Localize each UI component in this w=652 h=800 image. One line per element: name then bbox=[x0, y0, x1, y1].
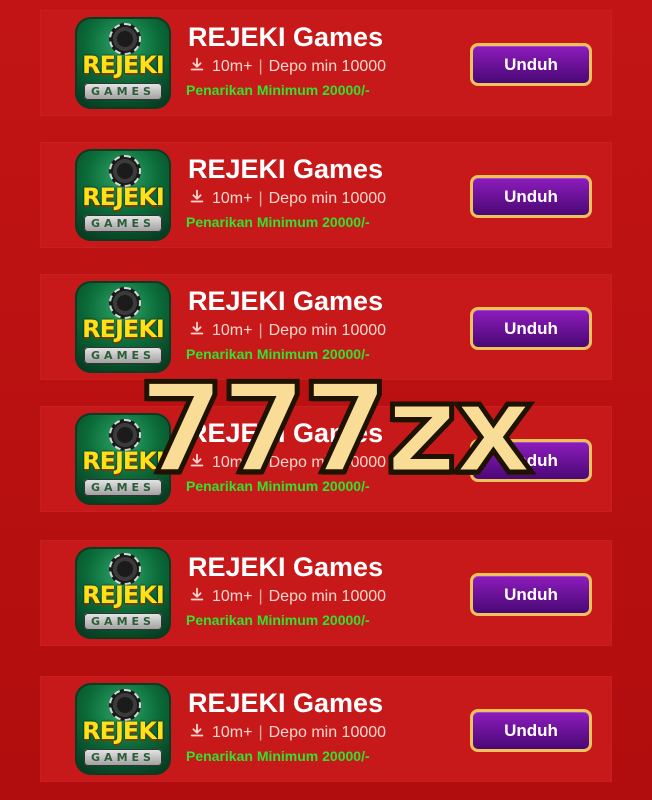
app-logo-text: REJEKI bbox=[82, 183, 165, 211]
download-count: 10m+ bbox=[212, 190, 253, 207]
app-meta: 10m+ | Depo min 10000 bbox=[188, 452, 386, 472]
minimum-withdrawal: Penarikan Minimum 20000/- bbox=[186, 748, 370, 764]
minimum-withdrawal: Penarikan Minimum 20000/- bbox=[186, 346, 370, 362]
app-list-page: REJEKI GAMES REJEKI Games 10m+ | Depo min … bbox=[0, 0, 652, 800]
app-title: REJEKI Games bbox=[188, 552, 384, 582]
meta-divider: | bbox=[258, 588, 263, 605]
minimum-deposit: Depo min 10000 bbox=[268, 588, 387, 605]
meta-divider: | bbox=[258, 724, 263, 741]
download-count: 10m+ bbox=[212, 58, 253, 75]
minimum-deposit: Depo min 10000 bbox=[268, 58, 387, 75]
download-count: 10m+ bbox=[212, 454, 253, 471]
app-logo-text: REJEKI bbox=[82, 717, 165, 745]
app-title: REJEKI Games bbox=[188, 154, 384, 184]
app-logo-subtext: GAMES bbox=[84, 749, 162, 766]
app-card: REJEKI GAMES REJEKI Games 10m+ | Depo min … bbox=[40, 10, 612, 116]
download-icon bbox=[188, 586, 206, 604]
app-logo-subtext: GAMES bbox=[84, 613, 162, 630]
download-count: 10m+ bbox=[212, 588, 253, 605]
minimum-withdrawal: Penarikan Minimum 20000/- bbox=[186, 82, 370, 98]
minimum-withdrawal: Penarikan Minimum 20000/- bbox=[186, 214, 370, 230]
download-button[interactable]: Unduh bbox=[470, 709, 592, 752]
rejeki-games-app-icon: REJEKI GAMES bbox=[75, 149, 171, 241]
app-title: REJEKI Games bbox=[188, 22, 384, 52]
download-button[interactable]: Unduh bbox=[470, 175, 592, 218]
app-meta: 10m+ | Depo min 10000 bbox=[188, 586, 386, 606]
app-logo-subtext: GAMES bbox=[84, 347, 162, 364]
meta-divider: | bbox=[258, 322, 263, 339]
app-meta: 10m+ | Depo min 10000 bbox=[188, 56, 386, 76]
rejeki-games-app-icon: REJEKI GAMES bbox=[75, 413, 171, 505]
app-logo-text: REJEKI bbox=[82, 447, 165, 475]
download-count: 10m+ bbox=[212, 724, 253, 741]
meta-divider: | bbox=[258, 58, 263, 75]
app-meta: 10m+ | Depo min 10000 bbox=[188, 722, 386, 742]
app-card: REJEKI GAMES REJEKI Games 10m+ | Depo min … bbox=[40, 274, 612, 380]
app-logo-text: REJEKI bbox=[82, 581, 165, 609]
rejeki-games-app-icon: REJEKI GAMES bbox=[75, 547, 171, 639]
rejeki-games-app-icon: REJEKI GAMES bbox=[75, 281, 171, 373]
app-meta: 10m+ | Depo min 10000 bbox=[188, 320, 386, 340]
rejeki-games-app-icon: REJEKI GAMES bbox=[75, 17, 171, 109]
rejeki-games-app-icon: REJEKI GAMES bbox=[75, 683, 171, 775]
download-icon bbox=[188, 320, 206, 338]
minimum-withdrawal: Penarikan Minimum 20000/- bbox=[186, 612, 370, 628]
download-button[interactable]: Unduh bbox=[470, 43, 592, 86]
app-logo-text: REJEKI bbox=[82, 51, 165, 79]
download-icon bbox=[188, 452, 206, 470]
download-button[interactable]: Unduh bbox=[470, 307, 592, 350]
app-card: REJEKI GAMES REJEKI Games 10m+ | Depo min … bbox=[40, 406, 612, 512]
download-icon bbox=[188, 56, 206, 74]
app-card: REJEKI GAMES REJEKI Games 10m+ | Depo min … bbox=[40, 142, 612, 248]
download-icon bbox=[188, 188, 206, 206]
app-title: REJEKI Games bbox=[188, 286, 384, 316]
app-title: REJEKI Games bbox=[188, 688, 384, 718]
app-meta: 10m+ | Depo min 10000 bbox=[188, 188, 386, 208]
app-logo-subtext: GAMES bbox=[84, 83, 162, 100]
download-button[interactable]: Unduh bbox=[470, 439, 592, 482]
download-count: 10m+ bbox=[212, 322, 253, 339]
minimum-deposit: Depo min 10000 bbox=[268, 322, 387, 339]
minimum-deposit: Depo min 10000 bbox=[268, 190, 387, 207]
app-card: REJEKI GAMES REJEKI Games 10m+ | Depo min … bbox=[40, 676, 612, 782]
download-icon bbox=[188, 722, 206, 740]
app-logo-text: REJEKI bbox=[82, 315, 165, 343]
meta-divider: | bbox=[258, 190, 263, 207]
minimum-deposit: Depo min 10000 bbox=[268, 454, 387, 471]
app-logo-subtext: GAMES bbox=[84, 479, 162, 496]
app-logo-subtext: GAMES bbox=[84, 215, 162, 232]
app-card: REJEKI GAMES REJEKI Games 10m+ | Depo min … bbox=[40, 540, 612, 646]
minimum-deposit: Depo min 10000 bbox=[268, 724, 387, 741]
app-title: REJEKI Games bbox=[188, 418, 384, 448]
meta-divider: | bbox=[258, 454, 263, 471]
minimum-withdrawal: Penarikan Minimum 20000/- bbox=[186, 478, 370, 494]
download-button[interactable]: Unduh bbox=[470, 573, 592, 616]
